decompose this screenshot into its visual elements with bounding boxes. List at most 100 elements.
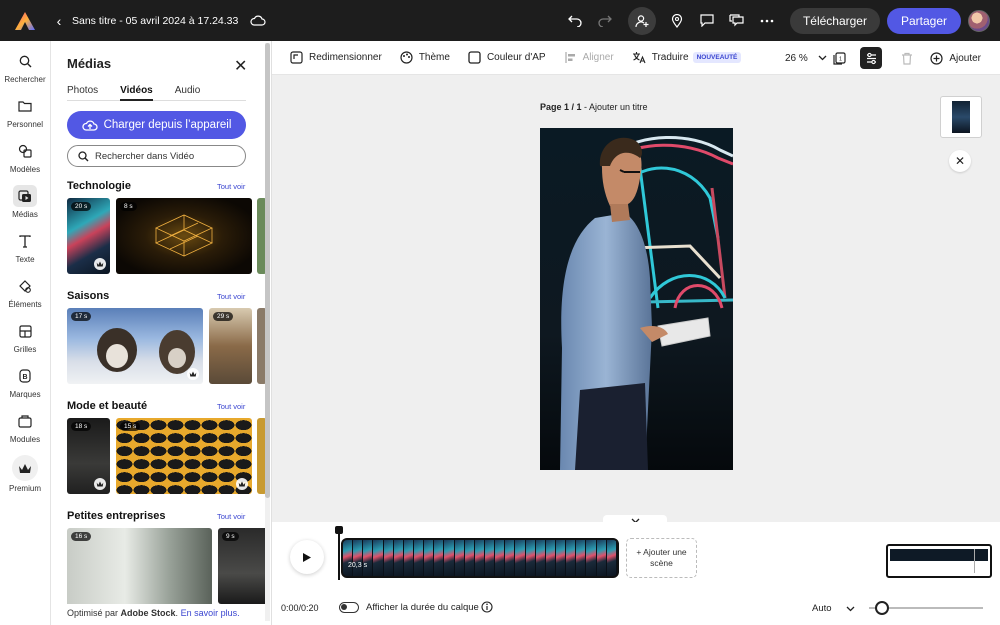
- rail-item-grids[interactable]: Grilles: [0, 320, 50, 354]
- undo-icon[interactable]: [561, 7, 589, 35]
- translate-button[interactable]: Traduire NOUVEAUTÉ: [632, 51, 742, 64]
- rail-item-premium[interactable]: Premium: [0, 455, 50, 493]
- left-rail: Rechercher Personnel Modèles Médias Text…: [0, 41, 51, 625]
- media-icon: [13, 185, 37, 207]
- adobe-express-logo[interactable]: [0, 0, 50, 41]
- comment-icon[interactable]: [693, 7, 721, 35]
- upload-cloud-icon: [81, 119, 98, 131]
- section-title: Mode et beauté: [67, 400, 148, 412]
- close-icon[interactable]: ✕: [949, 150, 971, 172]
- rail-item-templates[interactable]: Modèles: [0, 140, 50, 174]
- zoom-dropdown[interactable]: 26 %: [785, 41, 827, 75]
- video-search-input[interactable]: Rechercher dans Vidéo: [67, 145, 246, 167]
- playhead[interactable]: [335, 526, 343, 580]
- palette-icon: [400, 51, 413, 64]
- review-comments-icon[interactable]: [723, 7, 751, 35]
- video-thumbnail[interactable]: 20 s: [67, 198, 110, 274]
- timeline: 20,3 s + Ajouter une scène 0:00/0:20 Aff…: [272, 522, 1000, 625]
- add-circle-icon: [930, 51, 943, 65]
- rail-item-modules[interactable]: Modules: [0, 410, 50, 444]
- align-button[interactable]: Aligner: [564, 51, 614, 64]
- back-chevron-icon[interactable]: ‹: [52, 13, 66, 29]
- rail-item-search[interactable]: Rechercher: [0, 50, 50, 84]
- search-icon: [78, 150, 89, 162]
- layers-settings-icon[interactable]: [860, 47, 883, 69]
- document-title[interactable]: Sans titre - 05 avril 2024 à 17.24.33: [72, 15, 238, 27]
- templates-icon: [13, 140, 37, 162]
- see-all-link[interactable]: Tout voir: [217, 182, 245, 191]
- modules-icon: [13, 410, 37, 432]
- rail-item-personal[interactable]: Personnel: [0, 95, 50, 129]
- media-panel: Médias ✕ Photos Vidéos Audio Charger dep…: [51, 41, 272, 625]
- color-swatch-icon: [468, 51, 481, 64]
- rail-item-brands[interactable]: B Marques: [0, 365, 50, 399]
- panel-title: Médias: [67, 56, 112, 71]
- delete-icon[interactable]: [896, 47, 918, 69]
- crown-icon: [187, 368, 199, 380]
- section-title: Petites entreprises: [67, 510, 166, 522]
- top-bar: ‹ Sans titre - 05 avril 2024 à 17.24.33 …: [0, 0, 1000, 41]
- translate-icon: [632, 51, 646, 64]
- video-thumbnail[interactable]: 17 s: [67, 308, 203, 384]
- close-icon[interactable]: ✕: [234, 56, 247, 76]
- tab-audio[interactable]: Audio: [175, 84, 201, 101]
- align-icon: [564, 51, 577, 64]
- upload-from-device-button[interactable]: Charger depuis l’appareil: [67, 111, 246, 139]
- info-icon[interactable]: [481, 601, 493, 616]
- media-tabs: Photos Vidéos Audio: [67, 84, 246, 101]
- rail-item-elements[interactable]: Éléments: [0, 275, 50, 309]
- page-thumbnail[interactable]: [940, 96, 982, 138]
- theme-button[interactable]: Thème: [400, 51, 450, 64]
- video-thumbnail[interactable]: 16 s: [67, 528, 212, 604]
- add-button[interactable]: Ajouter: [930, 51, 981, 65]
- more-icon[interactable]: [753, 7, 781, 35]
- pages-icon[interactable]: 1: [828, 47, 850, 69]
- see-all-link[interactable]: Tout voir: [217, 292, 245, 301]
- rail-item-media[interactable]: Médias: [0, 185, 50, 219]
- learn-more-link[interactable]: En savoir plus.: [181, 608, 240, 618]
- user-avatar[interactable]: [968, 9, 990, 32]
- tab-photos[interactable]: Photos: [67, 84, 98, 101]
- video-thumbnail[interactable]: 15 s: [116, 418, 252, 494]
- tab-videos[interactable]: Vidéos: [120, 84, 153, 101]
- rail-item-text[interactable]: Texte: [0, 230, 50, 264]
- redo-icon[interactable]: [591, 7, 619, 35]
- artboard[interactable]: [540, 128, 733, 470]
- location-pin-icon[interactable]: [663, 7, 691, 35]
- page-label[interactable]: Page 1 / 1 - Ajouter un titre: [540, 102, 648, 112]
- see-all-link[interactable]: Tout voir: [217, 512, 245, 521]
- svg-text:1: 1: [839, 56, 842, 62]
- video-thumbnail[interactable]: 9 s: [218, 528, 270, 604]
- slider-thumb[interactable]: [875, 601, 889, 615]
- scrollbar-thumb[interactable]: [265, 43, 270, 498]
- timeline-minimap[interactable]: [886, 544, 992, 578]
- download-button[interactable]: Télécharger: [789, 7, 880, 34]
- resize-icon: [290, 51, 303, 64]
- cloud-icon[interactable]: [250, 15, 266, 26]
- folder-icon: [13, 95, 37, 117]
- background-color-button[interactable]: Couleur d'AP: [468, 51, 546, 64]
- play-button[interactable]: [290, 540, 324, 574]
- toggle-label: Afficher la durée du calque: [366, 602, 479, 613]
- add-scene-button[interactable]: + Ajouter une scène: [626, 538, 697, 578]
- video-thumbnail[interactable]: 8 s: [116, 198, 252, 274]
- text-icon: [13, 230, 37, 252]
- video-thumbnail[interactable]: 29 s: [209, 308, 252, 384]
- share-button[interactable]: Partager: [886, 7, 961, 34]
- video-clip[interactable]: [341, 538, 619, 578]
- panel-scrollbar[interactable]: [265, 43, 270, 621]
- layer-duration-toggle[interactable]: [339, 602, 359, 613]
- svg-text:B: B: [22, 374, 27, 381]
- new-badge: NOUVEAUTÉ: [692, 52, 742, 63]
- timeline-zoom-dropdown[interactable]: Auto: [812, 603, 855, 614]
- brand-icon: B: [13, 365, 37, 387]
- resize-button[interactable]: Redimensionner: [290, 51, 382, 64]
- canvas-area: Page 1 / 1 - Ajouter un titre ✕: [272, 75, 1000, 527]
- crown-icon: [94, 258, 106, 270]
- see-all-link[interactable]: Tout voir: [217, 402, 245, 411]
- crown-icon: [94, 478, 106, 490]
- clip-duration: 20,3 s: [348, 562, 368, 569]
- video-thumbnail[interactable]: 18 s: [67, 418, 110, 494]
- crown-icon: [12, 455, 38, 481]
- invite-user-icon[interactable]: [627, 6, 656, 35]
